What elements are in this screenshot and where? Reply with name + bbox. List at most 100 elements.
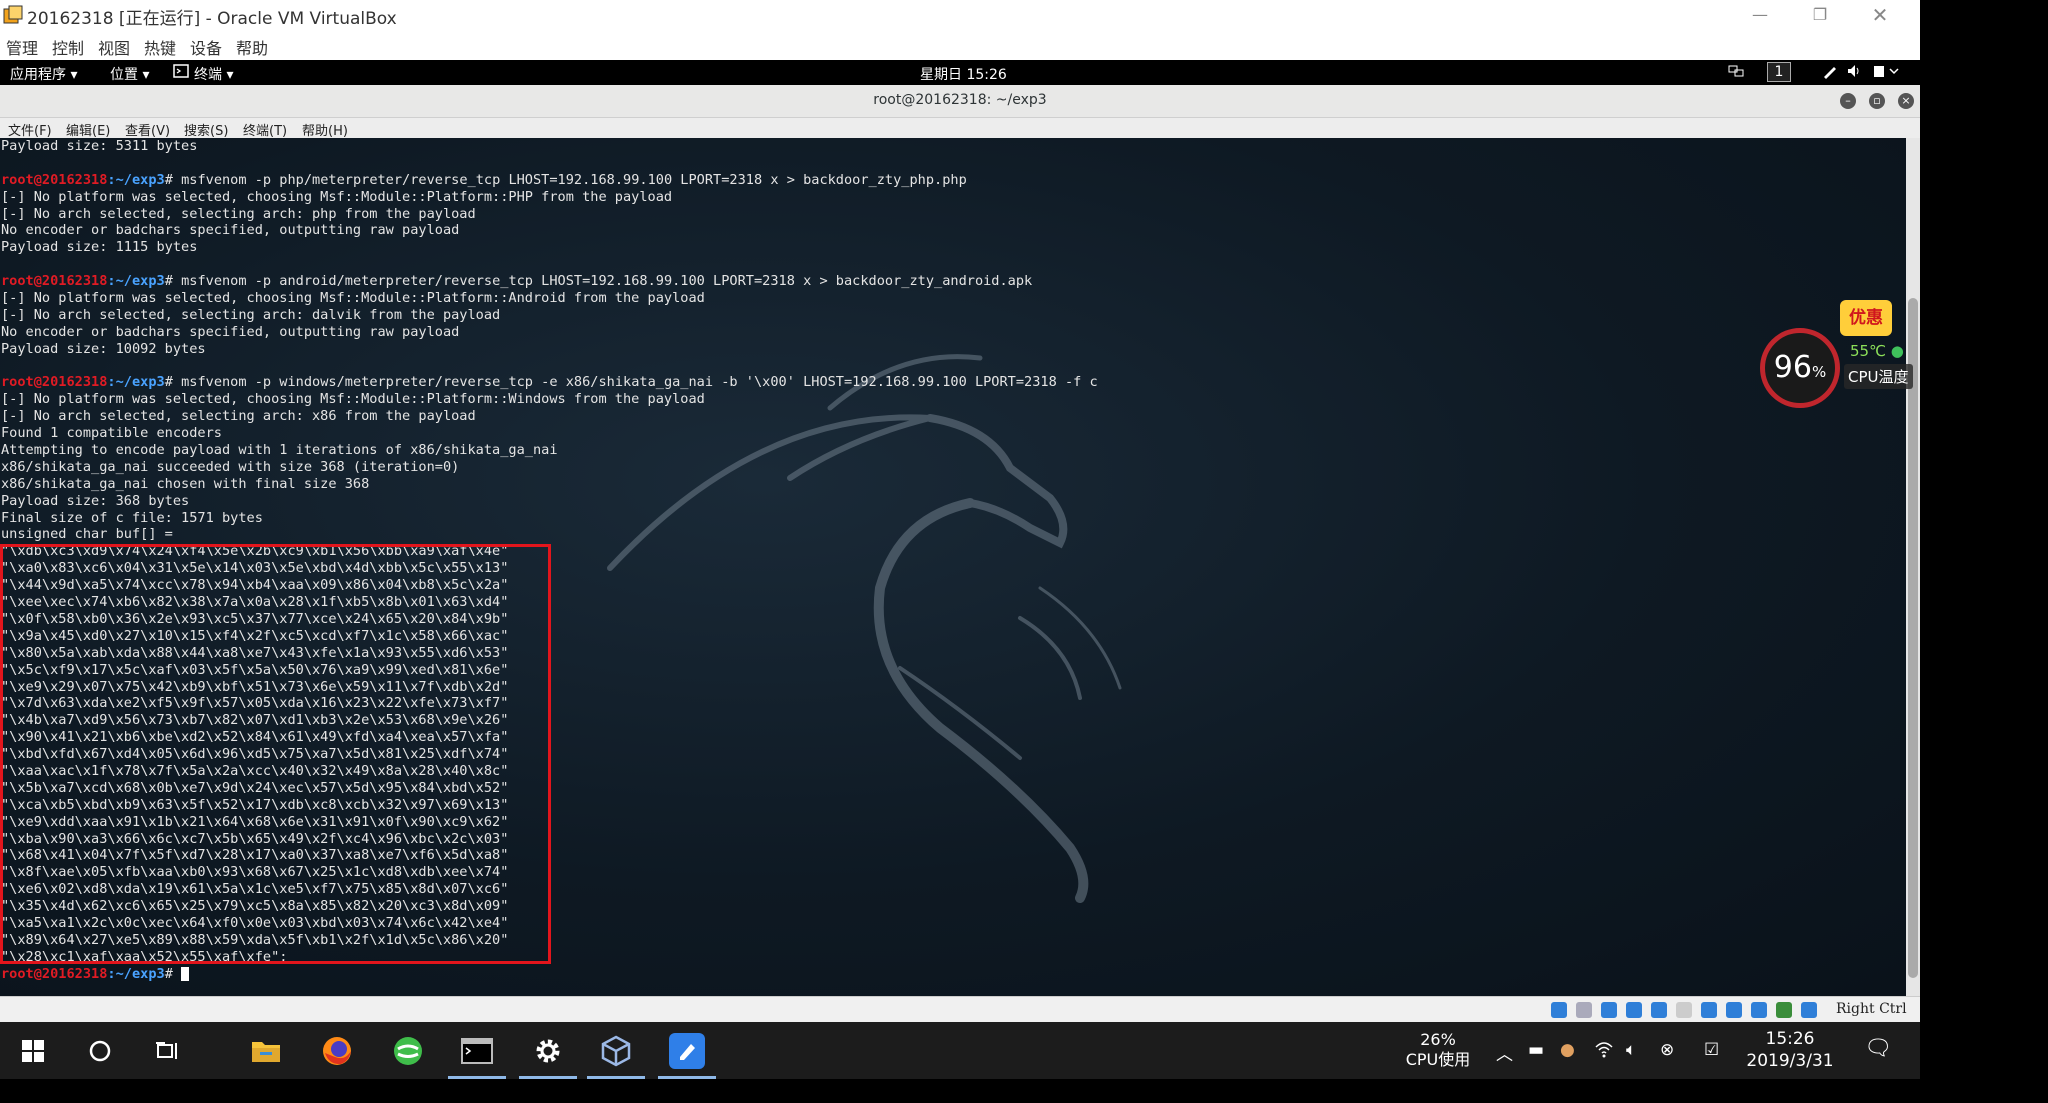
terminal-line-text: x86/shikata_ga_nai chosen with final siz… (1, 475, 370, 492)
volume-icon[interactable] (1846, 63, 1862, 83)
applications-menu[interactable]: 应用程序 ▾ (10, 64, 77, 84)
leaf-icon: ● (1890, 342, 1904, 360)
terminal-menu-file[interactable]: 文件(F) (8, 120, 52, 139)
error-circle-icon[interactable]: ⊗ (1660, 1040, 1674, 1060)
terminal-line-text: [-] No platform was selected, choosing M… (1, 391, 705, 408)
vm-menu-control[interactable]: 控制 (52, 35, 84, 59)
cpu-load-ring: 96% (1760, 328, 1840, 408)
terminal-menu-help[interactable]: 帮助(H) (302, 120, 348, 139)
vt-x-icon[interactable] (1751, 1002, 1767, 1018)
vm-menu-manage[interactable]: 管理 (6, 35, 38, 59)
promo-badge[interactable]: 优惠 (1840, 300, 1892, 336)
windows-start-icon[interactable] (13, 1031, 53, 1071)
terminal-output-line: unsigned char buf[] = (1, 526, 1098, 543)
terminal-output-line: No encoder or badchars specified, output… (1, 324, 1098, 341)
battery-icon[interactable]: ▬ (1528, 1040, 1544, 1060)
minimize-button[interactable]: — (1730, 0, 1790, 30)
notes-app-icon[interactable] (669, 1033, 705, 1069)
restore-button[interactable]: ❐ (1790, 0, 1850, 30)
terminal-line-text: [-] No arch selected, selecting arch: ph… (1, 205, 476, 222)
panel-clock[interactable]: 星期日 15:26 (920, 64, 1007, 84)
terminal-scrollbar[interactable] (1906, 138, 1920, 996)
network-icon[interactable] (1728, 63, 1744, 83)
cpu-monitor-widget[interactable]: 优惠 96% 55℃ ● CPU温度 (1760, 300, 1920, 410)
terminal-line-text: [-] No platform was selected, choosing M… (1, 290, 705, 307)
power-menu-icon[interactable] (1872, 63, 1900, 83)
shared-folders-icon[interactable] (1676, 1002, 1692, 1018)
cpu-usage-indicator[interactable]: 26% CPU使用 (1398, 1030, 1478, 1070)
task-view-icon[interactable] (148, 1031, 188, 1071)
volume-muted-icon[interactable]: 🔈︎ (1626, 1040, 1636, 1060)
terminal-line-text: Payload size: 1115 bytes (1, 239, 198, 256)
terminal-close-button[interactable]: × (1898, 93, 1914, 109)
prompt-user: root@20162318 (1, 273, 108, 290)
terminal-titlebar: root@20162318: ~/exp3 – ▫ × (0, 85, 1920, 118)
vm-window-title: 20162318 [正在运行] - Oracle VM VirtualBox (27, 9, 397, 29)
prompt-user: root@20162318 (1, 171, 108, 188)
cpu-temperature-value: 55℃ ● (1850, 342, 1904, 360)
shellcode-highlight-box (0, 544, 551, 964)
terminal-menu-view[interactable]: 查看(V) (125, 120, 170, 139)
browser-360-icon[interactable] (388, 1031, 428, 1071)
terminal-output-line: Attempting to encode payload with 1 iter… (1, 442, 1098, 459)
terminal-app-menu[interactable]: 终端 ▾ (194, 64, 233, 84)
vm-menu-help[interactable]: 帮助 (236, 35, 268, 59)
places-menu[interactable]: 位置 ▾ (110, 64, 149, 84)
mouse-integration-icon[interactable] (1776, 1002, 1792, 1018)
terminal-cursor (181, 966, 190, 981)
terminal-line-text: x86/shikata_ga_nai succeeded with size 3… (1, 458, 460, 475)
terminal-menu-search[interactable]: 搜索(S) (184, 120, 228, 139)
file-explorer-icon[interactable] (246, 1031, 286, 1071)
terminal-output-area[interactable]: Payload size: 5311 bytes root@20162318:~/… (0, 138, 1906, 996)
user-icon[interactable]: ● (1560, 1040, 1575, 1060)
virtualbox-taskbar-icon[interactable] (596, 1031, 636, 1071)
terminal-output-line: No encoder or badchars specified, output… (1, 222, 1098, 239)
video-capture-icon[interactable] (1726, 1002, 1742, 1018)
audio-icon[interactable] (1601, 1002, 1617, 1018)
windows-taskbar: 26% CPU使用 ︿ ▬ ● 🔈︎ ⊗ ☑ 15:26 2019/3/31 🗨… (0, 1022, 1920, 1079)
terminal-menu-terminal[interactable]: 终端(T) (243, 120, 287, 139)
workspace-indicator[interactable]: 1 (1767, 62, 1791, 82)
close-button[interactable]: ✕ (1850, 0, 1910, 30)
terminal-line-text: Final size of c file: 1571 bytes (1, 509, 263, 526)
cpu-usage-percent: 26% (1420, 1030, 1456, 1049)
notification-center-icon[interactable]: 🗨︎ (1864, 1036, 1892, 1061)
host-key-label: Right Ctrl (1836, 1001, 1907, 1017)
clock-time: 15:26 (1765, 1029, 1815, 1049)
vm-menubar: 管理 控制 视图 热键 设备 帮助 (0, 30, 1920, 60)
keyboard-capture-icon[interactable] (1801, 1002, 1817, 1018)
vm-menu-view[interactable]: 视图 (98, 35, 130, 59)
firefox-icon[interactable] (317, 1031, 357, 1071)
terminal-output-line: Payload size: 5311 bytes (1, 138, 1098, 155)
terminal-line-text: No encoder or badchars specified, output… (1, 323, 460, 340)
hard-disk-icon[interactable] (1551, 1002, 1567, 1018)
gnome-top-panel: 应用程序 ▾ 位置 ▾ 终端 ▾ 星期日 15:26 1 (0, 60, 1920, 85)
search-icon[interactable] (80, 1031, 120, 1071)
vm-menu-hotkeys[interactable]: 热键 (144, 35, 176, 59)
cmd-terminal-icon[interactable] (457, 1031, 497, 1071)
wifi-icon[interactable] (1594, 1040, 1614, 1063)
display-icon[interactable] (1701, 1002, 1717, 1018)
checkbox-icon[interactable]: ☑ (1704, 1040, 1719, 1060)
pen-icon[interactable] (1822, 63, 1838, 83)
terminal-menu-edit[interactable]: 编辑(E) (66, 120, 110, 139)
terminal-minimize-button[interactable]: – (1840, 93, 1856, 109)
vm-titlebar: 20162318 [正在运行] - Oracle VM VirtualBox —… (0, 0, 1920, 30)
terminal-output-line (1, 155, 1098, 172)
terminal-maximize-button[interactable]: ▫ (1869, 93, 1885, 109)
terminal-output-line: [-] No platform was selected, choosing M… (1, 189, 1098, 206)
terminal-output-line: Found 1 compatible encoders (1, 425, 1098, 442)
prompt-sign: # (164, 374, 182, 391)
settings-icon[interactable] (528, 1031, 568, 1071)
cpu-temperature-label: CPU温度 (1844, 364, 1913, 389)
usb-icon[interactable] (1651, 1002, 1667, 1018)
prompt-sign: # (164, 273, 182, 290)
optical-drive-icon[interactable] (1576, 1002, 1592, 1018)
chevron-up-icon[interactable]: ︿ (1496, 1040, 1513, 1065)
vbox-statusbar: Right Ctrl (0, 996, 1920, 1023)
screen-margin (1920, 0, 2048, 1103)
network-adapter-icon[interactable] (1626, 1002, 1642, 1018)
terminal-line-text: [-] No platform was selected, choosing M… (1, 188, 673, 205)
vm-menu-devices[interactable]: 设备 (190, 35, 222, 59)
taskbar-clock[interactable]: 15:26 2019/3/31 (1740, 1028, 1840, 1072)
